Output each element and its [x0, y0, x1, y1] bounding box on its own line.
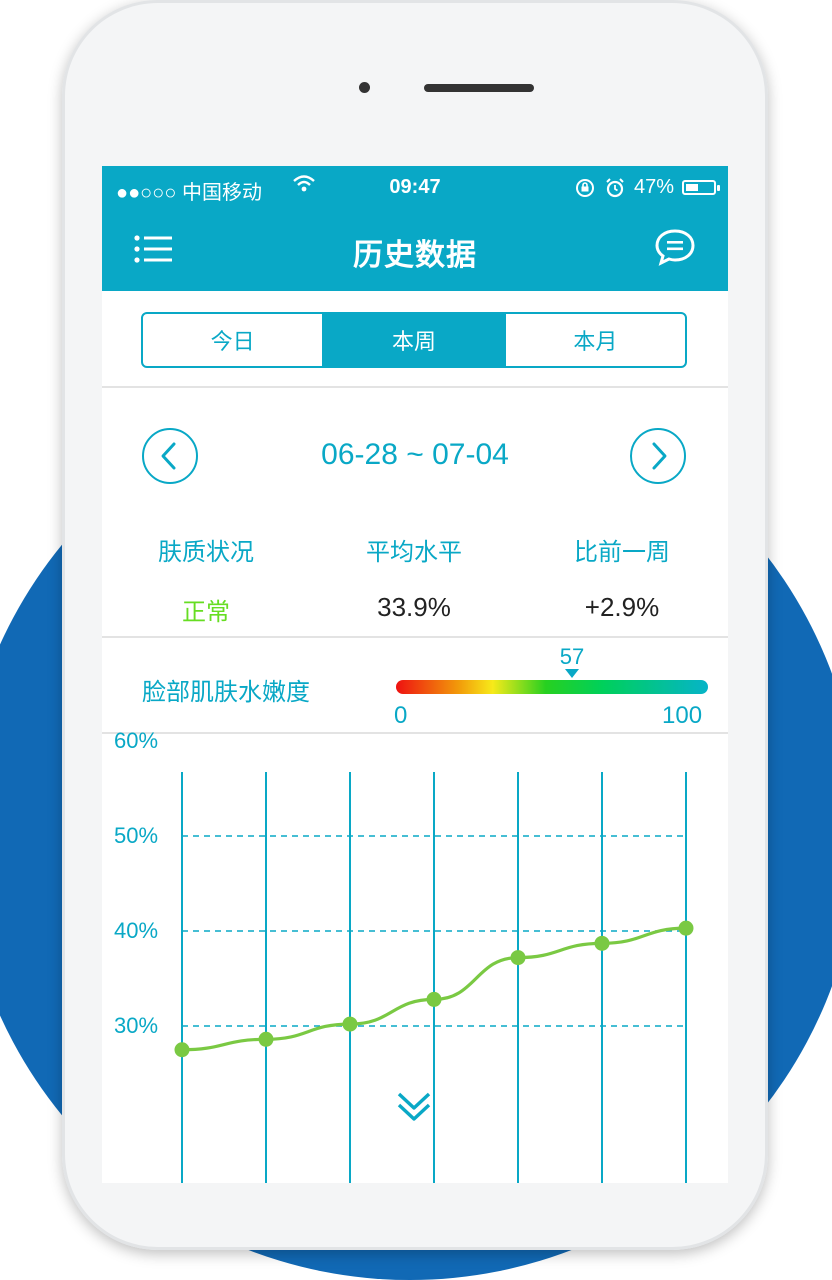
divider	[102, 386, 728, 388]
data-point	[174, 1042, 190, 1058]
data-point	[342, 1016, 358, 1032]
period-tabs: 今日 本周 本月	[141, 312, 687, 368]
skin-status-label: 肤质状况	[158, 538, 254, 566]
tab-this-month[interactable]: 本月	[503, 314, 685, 366]
y-tick-label: 50%	[114, 823, 159, 848]
front-camera	[359, 82, 370, 93]
orientation-lock-icon	[575, 178, 594, 197]
double-chevron-down-icon[interactable]	[394, 1086, 434, 1126]
app-screen: ●●○○○ 中国移动 09:47 47% 历史数据 今日 本周 本月 06-28…	[102, 166, 728, 1183]
y-tick-label: 60%	[114, 728, 159, 753]
average-level-value: 33.9%	[377, 592, 451, 622]
data-point	[258, 1031, 274, 1047]
tab-this-week[interactable]: 本周	[322, 314, 504, 366]
gauge-marker-value: 57	[559, 644, 585, 669]
app-header: ●●○○○ 中国移动 09:47 47% 历史数据	[102, 166, 728, 291]
page-title: 历史数据	[353, 238, 477, 273]
average-level-label: 平均水平	[366, 538, 462, 566]
next-week-button[interactable]	[630, 428, 686, 484]
y-tick-label: 40%	[114, 918, 159, 943]
hydration-gauge-bar	[396, 680, 708, 694]
divider	[102, 636, 728, 638]
chevron-right-icon	[652, 442, 667, 470]
alarm-icon	[606, 177, 624, 197]
battery-icon	[682, 180, 720, 195]
status-bar: ●●○○○ 中国移动 09:47 47%	[102, 166, 728, 210]
data-point	[594, 935, 610, 951]
y-tick-label: 30%	[114, 1013, 159, 1038]
skin-status-value: 正常	[182, 598, 230, 626]
data-point	[426, 991, 442, 1007]
chat-icon[interactable]	[654, 228, 696, 266]
data-point	[510, 950, 526, 966]
tab-today[interactable]: 今日	[143, 314, 322, 366]
battery-percent: 47%	[633, 176, 674, 198]
gauge-max-label: 100	[662, 702, 703, 729]
earpiece-speaker	[424, 84, 534, 92]
vs-last-week-label: 比前一周	[574, 538, 670, 566]
divider	[102, 732, 728, 734]
vs-last-week-value: +2.9%	[584, 592, 660, 622]
gauge-min-label: 0	[394, 702, 408, 729]
status-right-group: 47%	[574, 176, 720, 199]
gauge-marker	[565, 669, 579, 678]
hydration-gauge-label: 脸部肌肤水嫩度	[142, 678, 310, 706]
data-point	[678, 920, 694, 936]
battery-level-fill	[686, 184, 699, 191]
